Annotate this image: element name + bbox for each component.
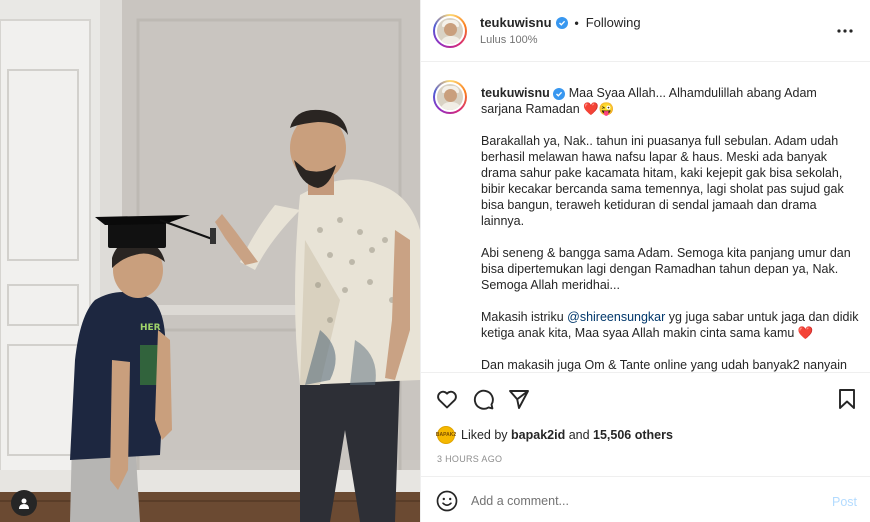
- caption-paragraph: Abi seneng & bangga sama Adam. Semoga ki…: [481, 246, 851, 292]
- photo-illustration: HER: [0, 0, 420, 522]
- comment-bar: Post: [421, 476, 870, 522]
- more-options-button[interactable]: [836, 22, 854, 40]
- tagged-users-button[interactable]: [11, 490, 37, 516]
- caption-first-line: teukuwisnu Maa Syaa Allah... Alhamdulill…: [481, 85, 861, 117]
- following-button[interactable]: Following: [586, 15, 641, 30]
- emoji-button[interactable]: [436, 490, 458, 512]
- save-button[interactable]: [835, 387, 859, 411]
- caption-paragraph: Barakallah ya, Nak.. tahun ini puasanya …: [481, 134, 844, 228]
- user-icon: [19, 498, 29, 509]
- emoji-icon: [436, 490, 458, 512]
- liker-avatar[interactable]: BAPAK2: [436, 426, 456, 444]
- comment-button[interactable]: [471, 387, 495, 411]
- author-username[interactable]: teukuwisnu: [480, 15, 552, 30]
- post-header: teukuwisnu • Following Lulus 100%: [421, 0, 870, 62]
- mention-link[interactable]: @shireensungkar: [567, 310, 665, 324]
- caption-username[interactable]: teukuwisnu: [481, 86, 550, 100]
- post-comment-button[interactable]: Post: [832, 495, 857, 509]
- post-timestamp[interactable]: 3 HOURS AGO: [437, 454, 502, 464]
- caption-paragraph: Dan makasih juga Om & Tante online yang …: [481, 358, 847, 372]
- comment-input[interactable]: [471, 489, 801, 513]
- likes-prefix: Liked by: [461, 428, 512, 442]
- caption-area: teukuwisnu Maa Syaa Allah... Alhamdulill…: [421, 62, 870, 372]
- bookmark-icon: [839, 389, 855, 409]
- share-icon: [509, 390, 529, 409]
- post-side-panel: teukuwisnu • Following Lulus 100% teukuw…: [420, 0, 870, 522]
- caption-author-avatar[interactable]: [433, 80, 467, 114]
- verified-badge-icon: [555, 16, 568, 29]
- likes-middle: and: [565, 428, 594, 442]
- likes-text: Liked by bapak2id and 15,506 others: [461, 428, 673, 442]
- svg-text:HER: HER: [140, 323, 161, 333]
- like-button[interactable]: [435, 387, 459, 411]
- likes-summary: BAPAK2 Liked by bapak2id and 15,506 othe…: [436, 426, 673, 444]
- separator-dot: •: [574, 15, 579, 30]
- caption-thanks-paragraph: Makasih istriku @shireensungkar yg juga …: [481, 309, 861, 341]
- post-photo: HER: [0, 0, 420, 522]
- caption-text: teukuwisnu Maa Syaa Allah... Alhamdulill…: [481, 85, 861, 372]
- thanks-prefix: Makasih istriku: [481, 310, 568, 324]
- author-avatar[interactable]: [433, 14, 467, 48]
- likes-count[interactable]: 15,506 others: [593, 428, 673, 442]
- liker-username[interactable]: bapak2id: [511, 428, 565, 442]
- heart-icon: [437, 390, 457, 409]
- verified-badge-icon: [553, 88, 566, 100]
- author-line: teukuwisnu • Following: [480, 15, 641, 30]
- more-horizontal-icon: [837, 29, 853, 33]
- share-button[interactable]: [507, 387, 531, 411]
- comment-icon: [473, 389, 494, 410]
- post-subtitle[interactable]: Lulus 100%: [480, 34, 538, 46]
